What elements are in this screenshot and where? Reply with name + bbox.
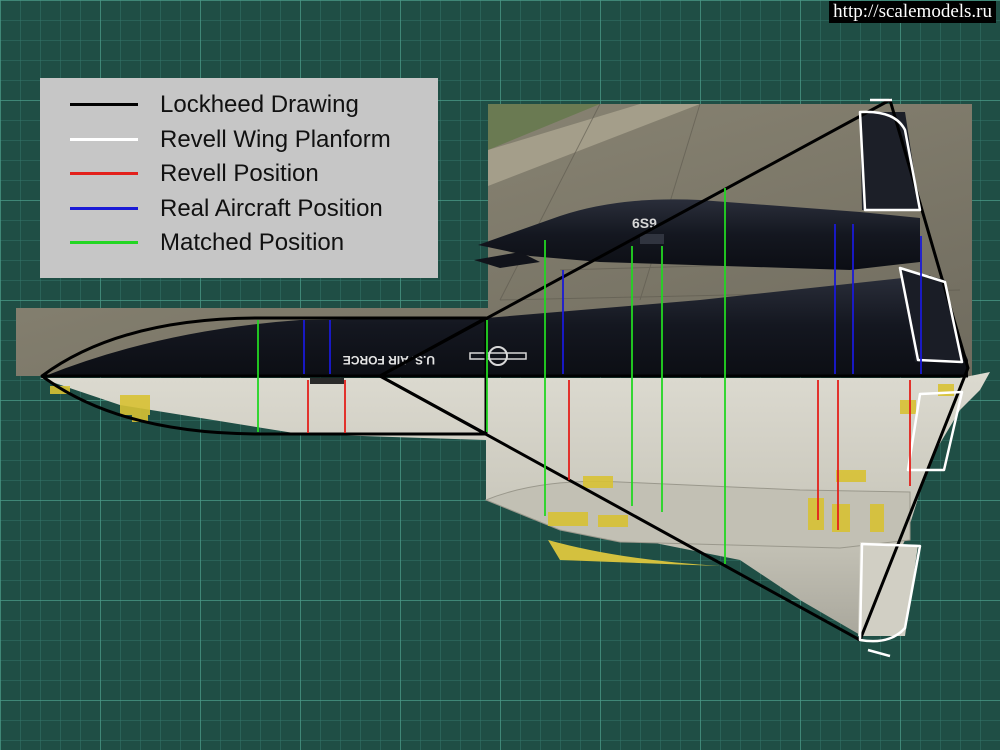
legend-label: Real Aircraft Position <box>160 195 383 222</box>
legend-item-real-aircraft-position: Real Aircraft Position <box>40 194 438 224</box>
legend-swatch <box>70 207 138 210</box>
legend-item-revell-position: Revell Position <box>40 159 438 189</box>
legend-swatch <box>70 103 138 106</box>
legend-label: Matched Position <box>160 229 345 256</box>
legend: Lockheed Drawing Revell Wing Planform Re… <box>40 78 438 278</box>
legend-item-lockheed-drawing: Lockheed Drawing <box>40 90 438 120</box>
legend-label: Revell Wing Planform <box>160 126 391 153</box>
watermark-url[interactable]: http://scalemodels.ru <box>829 1 996 23</box>
legend-item-revell-wing-planform: Revell Wing Planform <box>40 125 438 155</box>
legend-swatch <box>70 241 138 244</box>
legend-label: Lockheed Drawing <box>160 91 359 118</box>
legend-swatch <box>70 172 138 175</box>
legend-label: Revell Position <box>160 160 319 187</box>
legend-swatch <box>70 138 138 141</box>
legend-item-matched-position: Matched Position <box>40 228 438 258</box>
